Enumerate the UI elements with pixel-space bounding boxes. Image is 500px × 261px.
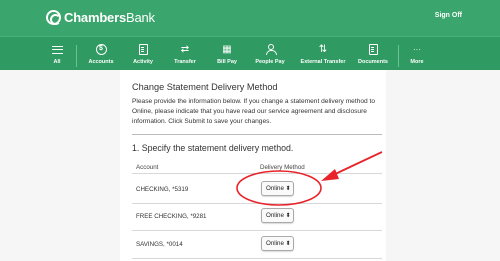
people-icon: [265, 44, 277, 55]
nav-item-bill-pay[interactable]: ▦ Bill Pay: [212, 37, 242, 71]
row-divider: [132, 203, 382, 204]
documents-icon: [368, 44, 378, 55]
nav-item-documents[interactable]: Documents: [354, 37, 392, 71]
divider: [132, 134, 382, 135]
row-divider: [132, 173, 382, 174]
document-icon: [138, 44, 148, 55]
row-divider: [132, 258, 382, 259]
more-icon: ···: [413, 45, 421, 54]
logo-text: ChambersBank: [64, 10, 155, 25]
up-down-arrows-icon: ⇅: [318, 44, 328, 55]
main-panel: Change Statement Delivery Method Please …: [120, 70, 386, 261]
main-nav: All $ Accounts Activity ⇄ Transfer ▦ Bil…: [0, 36, 500, 70]
select-arrows-icon: ⬍: [285, 185, 291, 192]
delivery-method-select[interactable]: Online ⬍: [261, 236, 294, 251]
column-header-account: Account: [136, 164, 159, 171]
nav-item-activity[interactable]: Activity: [128, 37, 158, 71]
logo-mark-icon: [46, 10, 61, 25]
select-arrows-icon: ⬍: [285, 240, 291, 247]
nav-item-all[interactable]: All: [47, 37, 67, 71]
step-heading: 1. Specify the statement delivery method…: [132, 143, 294, 153]
row-divider: [132, 230, 382, 231]
delivery-method-select[interactable]: Online ⬍: [261, 208, 294, 223]
account-name: CHECKING, *5319: [136, 186, 189, 193]
dollar-icon: $: [95, 44, 107, 55]
nav-item-people-pay[interactable]: People Pay: [250, 37, 290, 71]
select-arrows-icon: ⬍: [285, 212, 291, 219]
nav-item-more[interactable]: ··· More: [404, 37, 430, 71]
column-header-delivery-method: Delivery Method: [260, 164, 305, 171]
delivery-method-select[interactable]: Online ⬍: [261, 181, 294, 196]
account-name: SAVINGS, *0014: [136, 241, 183, 248]
nav-item-external-transfer[interactable]: ⇅ External Transfer: [296, 37, 350, 71]
transfer-arrows-icon: ⇄: [180, 44, 190, 55]
page-title: Change Statement Delivery Method: [132, 82, 278, 92]
account-name: FREE CHECKING, *9281: [136, 213, 207, 220]
nav-item-transfer[interactable]: ⇄ Transfer: [168, 37, 202, 71]
menu-icon: [51, 46, 63, 54]
intro-text: Please provide the information below. If…: [132, 98, 376, 125]
header-bar: ChambersBank Sign Off: [0, 0, 500, 36]
calendar-icon: ▦: [222, 44, 232, 55]
sign-off-link[interactable]: Sign Off: [435, 12, 462, 19]
bank-logo[interactable]: ChambersBank: [46, 10, 155, 25]
nav-item-accounts[interactable]: $ Accounts: [84, 37, 118, 71]
